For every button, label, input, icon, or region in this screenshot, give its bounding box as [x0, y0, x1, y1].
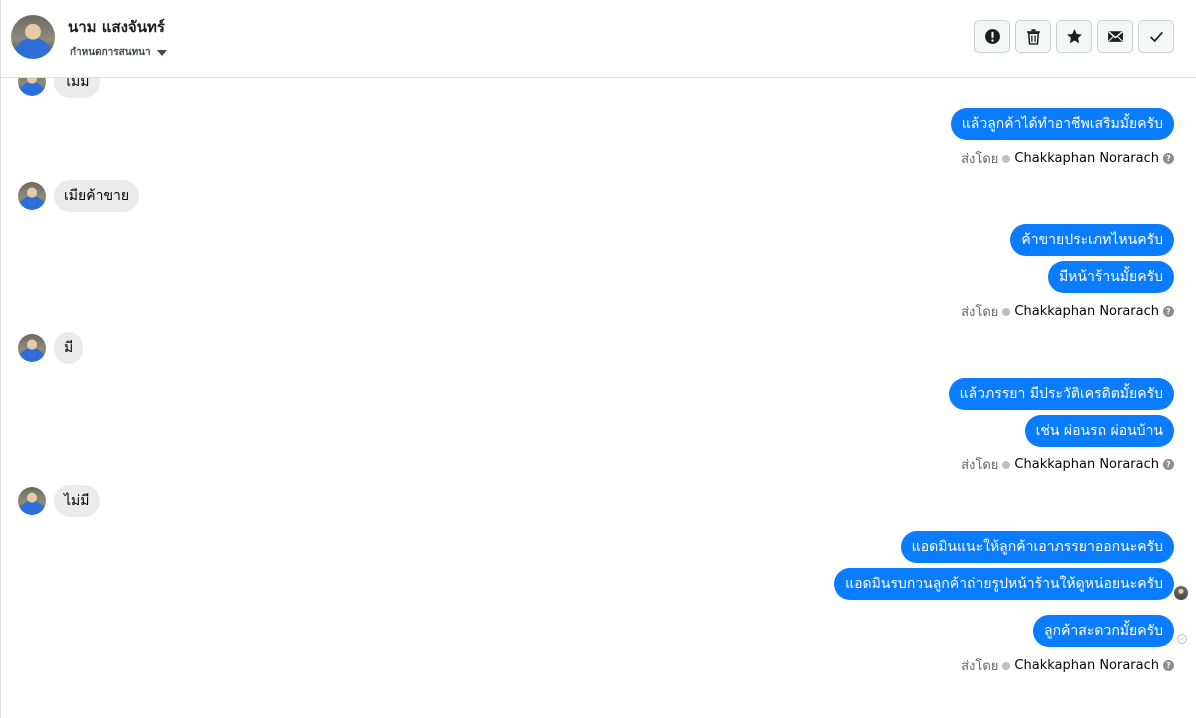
incoming-message-row: ไม่มี: [18, 78, 100, 98]
sent-by-agent[interactable]: Chakkaphan Norarach: [1014, 304, 1159, 319]
outgoing-message[interactable]: มีหน้าร้านมั้ยครับ: [1047, 261, 1174, 293]
outgoing-message[interactable]: แอดมินรบกวนลูกค้าถ่ายรูปหน้าร้านให้ดูหน่…: [834, 568, 1174, 600]
mark-unread-button[interactable]: [1097, 20, 1133, 53]
outgoing-message[interactable]: แอดมินแนะให้ลูกค้าเอาภรรยาออกนะครับ: [900, 531, 1174, 563]
incoming-message[interactable]: ไม่มี: [54, 485, 100, 517]
incoming-message-row: เมียค้าขาย: [18, 180, 140, 212]
envelope-icon: [1107, 31, 1123, 42]
sent-by-prefix: ส่งโดย: [961, 305, 999, 320]
assign-conversation-dropdown[interactable]: กำหนดการสนทนา: [70, 45, 167, 60]
sent-by-prefix: ส่งโดย: [961, 152, 999, 167]
sent-by-agent[interactable]: Chakkaphan Norarach: [1014, 457, 1159, 472]
seen-by-avatar-icon: [1174, 586, 1188, 600]
conversation-header: นาม แสงจันทร์ กำหนดการสนทนา: [1, 0, 1196, 78]
sent-by-label: ส่งโดย Chakkaphan Norarach ?: [961, 148, 1174, 169]
assign-conversation-label: กำหนดการสนทนา: [70, 47, 151, 58]
verified-icon: [1002, 460, 1011, 469]
sent-by-agent[interactable]: Chakkaphan Norarach: [1014, 151, 1159, 166]
outgoing-message[interactable]: ลูกค้าสะดวกมั้ยครับ: [1033, 615, 1174, 647]
help-icon[interactable]: ?: [1163, 306, 1174, 317]
sent-by-prefix: ส่งโดย: [961, 659, 999, 674]
incoming-message[interactable]: ไม่มี: [54, 78, 100, 98]
incoming-message-row: มี: [18, 332, 84, 364]
star-button[interactable]: [1056, 20, 1092, 53]
sender-avatar: [18, 487, 46, 515]
message-thread[interactable]: ไม่มี แล้วลูกค้าได้ทำอาชีพเสริมมั้ยครับ …: [1, 78, 1196, 718]
verified-icon: [1002, 154, 1011, 163]
sent-by-prefix: ส่งโดย: [961, 458, 999, 473]
sender-avatar: [18, 334, 46, 362]
mark-done-button[interactable]: [1138, 20, 1174, 53]
verified-icon: [1002, 661, 1011, 670]
sent-by-label: ส่งโดย Chakkaphan Norarach ?: [961, 301, 1174, 322]
alert-circle-icon: [984, 29, 1000, 44]
sent-by-label: ส่งโดย Chakkaphan Norarach ?: [961, 454, 1174, 475]
trash-icon: [1026, 29, 1040, 45]
contact-name[interactable]: นาม แสงจันทร์: [68, 15, 165, 39]
verified-icon: [1002, 307, 1011, 316]
help-icon[interactable]: ?: [1163, 660, 1174, 671]
outgoing-message[interactable]: แล้วลูกค้าได้ทำอาชีพเสริมมั้ยครับ: [950, 108, 1174, 140]
delete-button[interactable]: [1015, 20, 1051, 53]
incoming-message[interactable]: มี: [54, 332, 84, 364]
help-icon[interactable]: ?: [1163, 153, 1174, 164]
sent-by-label: ส่งโดย Chakkaphan Norarach ?: [961, 655, 1174, 676]
checkmark-icon: [1149, 31, 1163, 43]
spam-button[interactable]: [974, 20, 1010, 53]
contact-avatar[interactable]: [11, 15, 55, 59]
outgoing-message[interactable]: แล้วภรรยา มีประวัติเครดิตมั้ยครับ: [948, 378, 1174, 410]
sent-by-agent[interactable]: Chakkaphan Norarach: [1014, 658, 1159, 673]
incoming-message-row: ไม่มี: [18, 485, 100, 517]
sender-avatar: [18, 78, 46, 96]
incoming-message[interactable]: เมียค้าขาย: [54, 180, 140, 212]
delivered-check-icon: ✓: [1177, 634, 1187, 644]
caret-down-icon: [156, 50, 167, 56]
sender-avatar: [18, 182, 46, 210]
help-icon[interactable]: ?: [1163, 459, 1174, 470]
outgoing-message[interactable]: เช่น ผ่อนรถ ผ่อนบ้าน: [1024, 415, 1174, 447]
header-actions: [974, 20, 1174, 53]
outgoing-message[interactable]: ค้าขายประเภทไหนครับ: [1010, 224, 1174, 256]
star-icon: [1066, 29, 1082, 44]
